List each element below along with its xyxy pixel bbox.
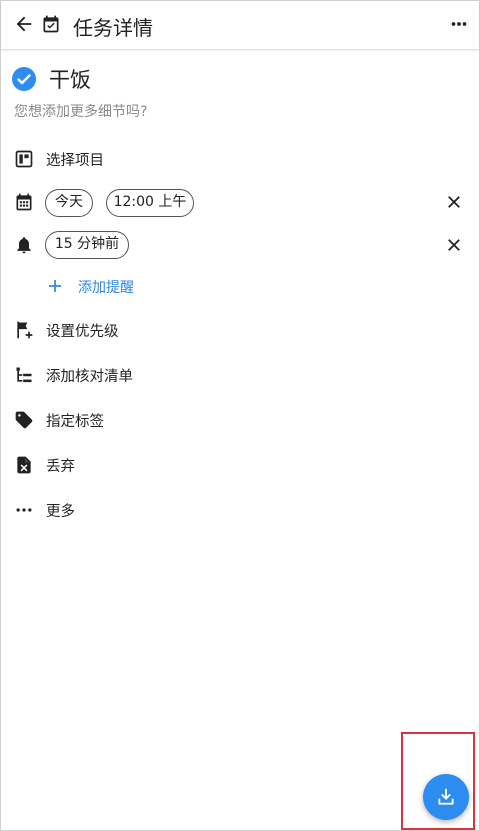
time-chip[interactable]: 12:00 上午 xyxy=(106,189,194,217)
more-horizontal-icon[interactable] xyxy=(447,13,471,35)
reminder-chip[interactable]: 15 分钟前 xyxy=(45,231,129,259)
add-checklist-label: 添加核对清单 xyxy=(46,369,133,385)
download-fab-button[interactable] xyxy=(423,774,469,820)
set-priority-label: 设置优先级 xyxy=(46,324,119,340)
close-icon[interactable] xyxy=(445,193,463,211)
task-description-input[interactable]: 您想添加更多细节吗? xyxy=(14,101,147,121)
more-horizontal-icon xyxy=(16,508,32,512)
project-board-icon xyxy=(15,150,33,168)
date-chip[interactable]: 今天 xyxy=(45,189,93,217)
close-icon[interactable] xyxy=(445,236,463,254)
plus-icon xyxy=(49,280,61,292)
discard-label: 丢弃 xyxy=(46,459,75,475)
calendar-icon xyxy=(16,193,32,211)
arrow-left-icon[interactable] xyxy=(13,13,35,35)
checklist-tree-icon xyxy=(16,367,32,383)
bell-icon xyxy=(17,237,31,254)
delete-file-icon xyxy=(17,456,31,474)
add-reminder-label: 添加提醒 xyxy=(78,280,134,296)
task-title[interactable]: 干饭 xyxy=(49,64,91,94)
top-app-bar: 任务详情 xyxy=(1,1,479,50)
page-title: 任务详情 xyxy=(73,16,153,40)
flag-add-icon xyxy=(17,321,33,339)
select-project-label: 选择项目 xyxy=(46,153,104,169)
tag-icon xyxy=(15,411,33,429)
download-tray-icon xyxy=(438,788,454,805)
more-label: 更多 xyxy=(46,504,75,520)
task-complete-checkbox[interactable] xyxy=(12,67,36,91)
calendar-check-icon xyxy=(43,15,59,33)
assign-tag-label: 指定标签 xyxy=(46,414,104,430)
